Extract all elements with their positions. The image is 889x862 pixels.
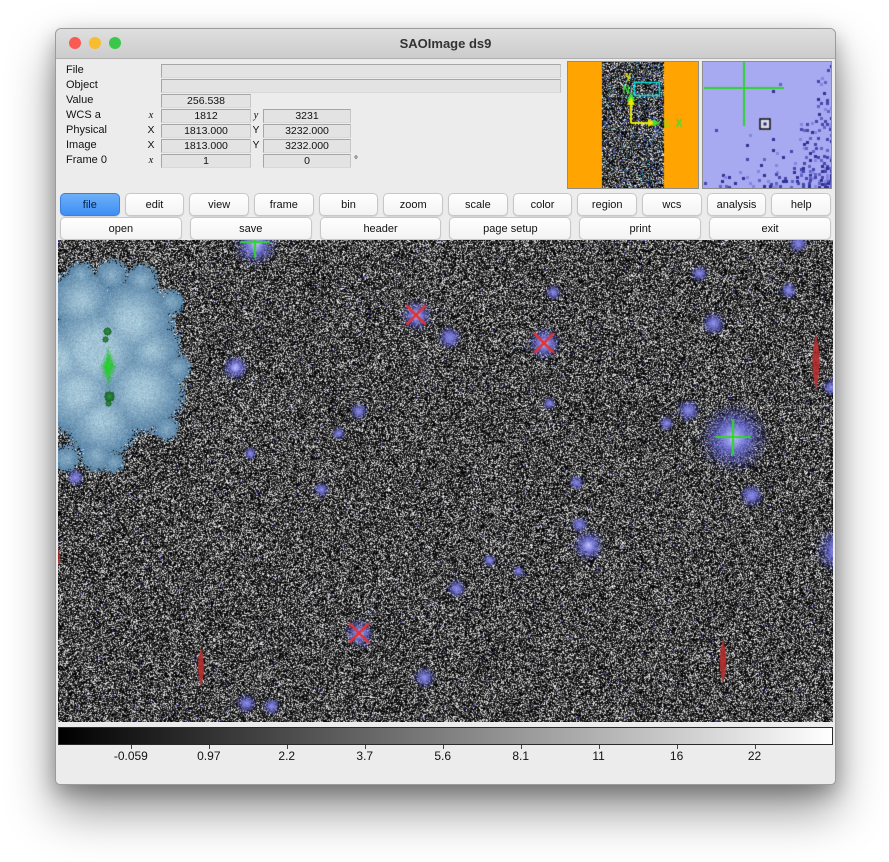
colorbar-label: 8.1: [512, 749, 529, 763]
menu-color[interactable]: color: [513, 193, 573, 216]
window-title: SAOImage ds9: [56, 29, 835, 58]
file-field[interactable]: [161, 64, 561, 78]
close-window-button[interactable]: [69, 37, 81, 49]
magnifier-panel[interactable]: [702, 61, 832, 189]
coord-label-wcs-1: x: [145, 109, 157, 122]
colorbar-label: 5.6: [434, 749, 451, 763]
image-x-field[interactable]: 1813.000: [161, 139, 251, 153]
coord-label-frame-1: x: [145, 154, 157, 167]
colorbar-label: -0.059: [114, 749, 148, 763]
menu-file[interactable]: file: [60, 193, 120, 216]
wcs-x-field[interactable]: 1812: [161, 109, 251, 123]
object-field[interactable]: [161, 79, 561, 93]
physical-y-field[interactable]: 3232.000: [263, 124, 351, 138]
toolbar-open[interactable]: open: [60, 217, 182, 240]
info-label-physical: Physical: [66, 124, 107, 137]
colorbar-label: 16: [670, 749, 683, 763]
colorbar-label: 22: [748, 749, 761, 763]
menu-bin[interactable]: bin: [319, 193, 379, 216]
menu-edit[interactable]: edit: [125, 193, 185, 216]
toolbar-page-setup[interactable]: page setup: [449, 217, 571, 240]
image-y-field[interactable]: 3232.000: [263, 139, 351, 153]
toolbar-print[interactable]: print: [579, 217, 701, 240]
minimize-window-button[interactable]: [89, 37, 101, 49]
toolbar-row: open save header page setup print exit: [60, 217, 831, 240]
panner-panel[interactable]: [567, 61, 699, 189]
info-label-object: Object: [66, 79, 98, 92]
image-canvas[interactable]: [58, 240, 833, 722]
info-label-file: File: [66, 64, 84, 77]
colorbar-label: 3.7: [356, 749, 373, 763]
info-label-wcs: WCS a: [66, 109, 101, 122]
coord-label-physical-2: Y: [250, 124, 262, 137]
coord-label-image-2: Y: [250, 139, 262, 152]
colorbar-label: 2.2: [278, 749, 295, 763]
colorbar-label: 0.97: [197, 749, 220, 763]
coord-label-wcs-2: y: [250, 109, 262, 122]
colorbar[interactable]: [58, 727, 833, 745]
menu-wcs[interactable]: wcs: [642, 193, 702, 216]
menu-region[interactable]: region: [577, 193, 637, 216]
menu-view[interactable]: view: [189, 193, 249, 216]
menu-zoom[interactable]: zoom: [383, 193, 443, 216]
magnifier-canvas[interactable]: [703, 62, 831, 188]
menu-row: fileeditviewframebinzoomscalecolorregion…: [60, 193, 831, 216]
frame-x-field[interactable]: 1: [161, 154, 251, 168]
ds9-window: SAOImage ds9 File Object Value 256.538 WCS a…: [55, 28, 836, 785]
image-display[interactable]: [58, 240, 833, 722]
toolbar-save[interactable]: save: [190, 217, 312, 240]
desktop: SAOImage ds9 File Object Value 256.538 WCS a…: [0, 0, 889, 862]
zoom-window-button[interactable]: [109, 37, 121, 49]
value-x-field[interactable]: 256.538: [161, 94, 251, 108]
menu-scale[interactable]: scale: [448, 193, 508, 216]
menu-help[interactable]: help: [771, 193, 831, 216]
panner-canvas[interactable]: [568, 62, 698, 188]
wcs-y-field[interactable]: 3231: [263, 109, 351, 123]
frame-y-field[interactable]: 0: [263, 154, 351, 168]
info-label-frame: Frame 0: [66, 154, 107, 167]
info-panel: File Object Value 256.538 WCS a x 1812y3231 Phy…: [56, 58, 566, 192]
degree-suffix: °: [354, 154, 358, 167]
coord-label-physical-1: X: [145, 124, 157, 137]
toolbar-exit[interactable]: exit: [709, 217, 831, 240]
colorbar-label: 11: [592, 749, 604, 763]
coord-label-image-1: X: [145, 139, 157, 152]
menu-frame[interactable]: frame: [254, 193, 314, 216]
menu-analysis[interactable]: analysis: [707, 193, 767, 216]
toolbar-header[interactable]: header: [320, 217, 442, 240]
physical-x-field[interactable]: 1813.000: [161, 124, 251, 138]
titlebar[interactable]: SAOImage ds9: [56, 29, 835, 59]
info-label-value: Value: [66, 94, 93, 107]
info-label-image: Image: [66, 139, 97, 152]
colorbar-scale: -0.059 0.97 2.2 3.7 5.6 8.1 11 16 22: [58, 745, 833, 771]
